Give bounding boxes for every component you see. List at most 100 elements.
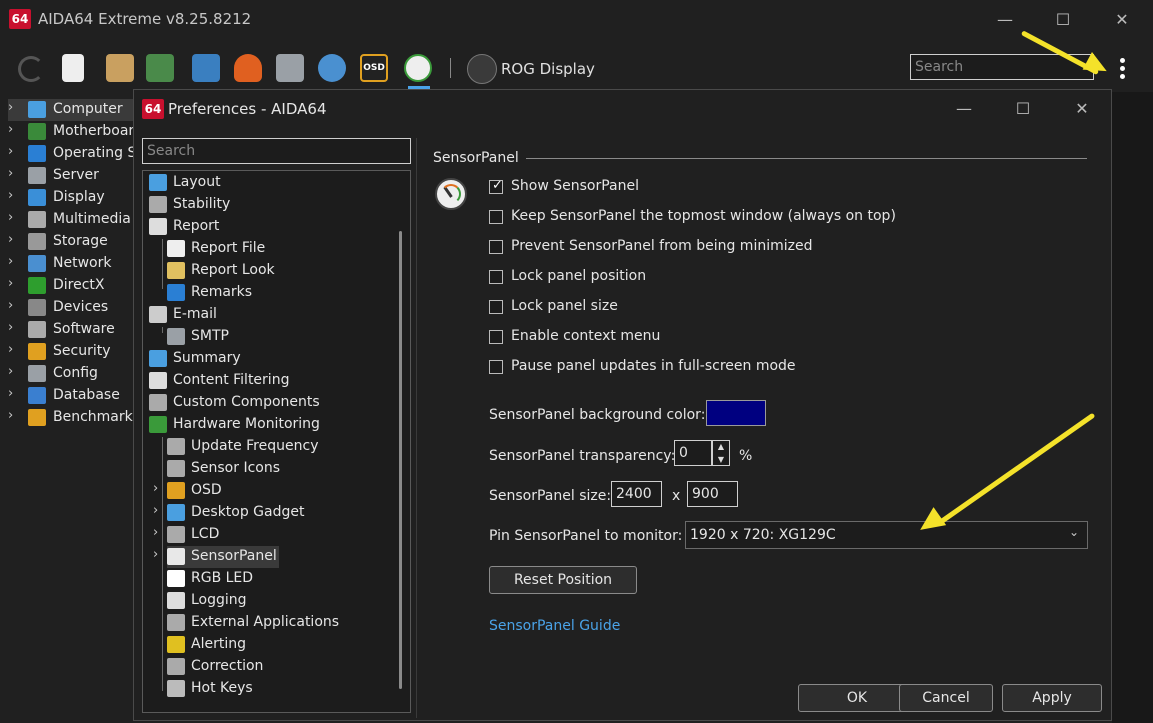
size-height-input[interactable] [687,481,738,507]
option-1-checkbox-row[interactable]: Keep SensorPanel the topmost window (alw… [489,208,989,230]
user-icon[interactable] [318,54,346,82]
tree-item-operating-system[interactable]: › Operating System [8,143,133,165]
option-4-checkbox-row[interactable]: Lock panel size [489,298,989,320]
prefs-item-stability[interactable]: Stability [149,194,393,216]
tree-item-multimedia[interactable]: › Multimedia [8,209,133,231]
reset-position-button[interactable]: Reset Position [489,566,637,594]
tree-item-benchmark[interactable]: › Benchmark [8,407,133,429]
rog-display-button[interactable]: ROG Display [501,60,595,78]
prefs-item-sensor-icons[interactable]: Sensor Icons [167,458,393,480]
tree-scrollbar[interactable] [399,231,402,689]
chevron-right-icon[interactable]: › [8,144,22,159]
chevron-right-icon[interactable]: › [8,320,22,335]
prefs-item-rgb-led[interactable]: RGB LED [167,568,393,590]
transparency-spinner[interactable]: ▲ ▼ [712,440,730,466]
minimize-button[interactable]: — [985,6,1025,34]
tree-item-devices[interactable]: › Devices [8,297,133,319]
prefs-item-desktop-gadget[interactable]: › Desktop Gadget [153,502,393,524]
tree-item-computer[interactable]: › Computer [8,99,133,121]
checkbox[interactable] [489,300,503,314]
refresh-icon[interactable] [18,56,44,82]
network-icon[interactable] [192,54,220,82]
chevron-right-icon[interactable]: › [8,210,22,225]
prefs-item-e-mail[interactable]: E-mail [149,304,393,326]
chevron-right-icon[interactable]: › [8,386,22,401]
chevron-right-icon[interactable]: › [8,122,22,137]
tree-item-display[interactable]: › Display [8,187,133,209]
prefs-item-sensorpanel[interactable]: › SensorPanel [153,546,279,568]
prefs-minimize-button[interactable]: — [944,95,984,123]
checkbox[interactable] [489,330,503,344]
sensorpanel-guide-link[interactable]: SensorPanel Guide [489,618,620,634]
prefs-item-lcd[interactable]: › LCD [153,524,393,546]
spin-up-icon[interactable]: ▲ [713,441,729,453]
chevron-right-icon[interactable]: › [8,298,22,313]
chevron-right-icon[interactable]: › [8,254,22,269]
chevron-right-icon[interactable]: › [8,232,22,247]
prefs-search-input[interactable] [142,138,411,164]
tree-item-database[interactable]: › Database [8,385,133,407]
prefs-item-osd[interactable]: › OSD [153,480,393,502]
chevron-right-icon[interactable]: › [8,188,22,203]
checkbox[interactable] [489,270,503,284]
tree-item-security[interactable]: › Security [8,341,133,363]
prefs-item-remarks[interactable]: Remarks [167,282,393,304]
prefs-item-report-file[interactable]: Report File [167,238,393,260]
tree-item-config[interactable]: › Config [8,363,133,385]
monitor-select[interactable]: 1920 x 720: XG129C ⌄ [685,521,1088,549]
spin-down-icon[interactable]: ▼ [713,454,729,466]
osd-icon[interactable]: OSD [360,54,388,82]
chevron-right-icon[interactable]: › [8,408,22,423]
prefs-item-update-frequency[interactable]: Update Frequency [167,436,393,458]
chevron-right-icon[interactable]: › [8,364,22,379]
prefs-item-report-look[interactable]: Report Look [167,260,393,282]
transparency-input[interactable] [674,440,712,466]
prefs-item-correction[interactable]: Correction [167,656,393,678]
chevron-right-icon[interactable]: › [8,100,22,115]
chevron-right-icon[interactable]: › [8,342,22,357]
flame-icon[interactable] [234,54,262,82]
gauge-icon[interactable] [404,54,432,82]
chevron-right-icon[interactable]: › [153,525,158,540]
chevron-right-icon[interactable]: › [153,503,158,518]
prefs-item-summary[interactable]: Summary [149,348,393,370]
prefs-item-smtp[interactable]: SMTP [167,326,393,348]
chevron-right-icon[interactable]: › [153,481,158,496]
tree-item-software[interactable]: › Software [8,319,133,341]
prefs-item-layout[interactable]: Layout [149,172,393,194]
tree-item-motherboard[interactable]: › Motherboard [8,121,133,143]
report-icon[interactable] [62,54,84,82]
prefs-close-button[interactable]: ✕ [1062,95,1102,123]
prefs-maximize-button[interactable]: ☐ [1003,95,1043,123]
prefs-item-content-filtering[interactable]: Content Filtering [149,370,393,392]
computer-icon[interactable] [106,54,134,82]
more-menu-button[interactable] [1110,54,1134,82]
apply-button[interactable]: Apply [1002,684,1102,712]
tree-item-server[interactable]: › Server [8,165,133,187]
checkbox[interactable] [489,360,503,374]
option-6-checkbox-row[interactable]: Pause panel updates in full-screen mode [489,358,989,380]
prefs-item-logging[interactable]: Logging [167,590,393,612]
option-2-checkbox-row[interactable]: Prevent SensorPanel from being minimized [489,238,989,260]
prefs-item-external-applications[interactable]: External Applications [167,612,393,634]
chevron-right-icon[interactable]: › [8,276,22,291]
checkbox[interactable]: ✓ [489,178,503,194]
prefs-item-custom-components[interactable]: Custom Components [149,392,393,414]
config-icon[interactable] [276,54,304,82]
chevron-right-icon[interactable]: › [8,166,22,181]
option-3-checkbox-row[interactable]: Lock panel position [489,268,989,290]
size-width-input[interactable] [611,481,662,507]
prefs-item-hardware-monitoring[interactable]: Hardware Monitoring [149,414,393,436]
tree-item-storage[interactable]: › Storage [8,231,133,253]
close-button[interactable]: ✕ [1102,6,1142,34]
prefs-item-hot-keys[interactable]: Hot Keys [167,678,393,700]
chevron-right-icon[interactable]: › [153,547,158,562]
option-5-checkbox-row[interactable]: Enable context menu [489,328,989,350]
option-0-checkbox-row[interactable]: ✓ Show SensorPanel [489,178,989,200]
tree-item-network[interactable]: › Network [8,253,133,275]
rog-icon[interactable] [467,54,497,84]
checkbox[interactable] [489,240,503,254]
bg-color-picker[interactable] [706,400,766,426]
maximize-button[interactable]: ☐ [1043,6,1083,34]
motherboard-icon[interactable] [146,54,174,82]
